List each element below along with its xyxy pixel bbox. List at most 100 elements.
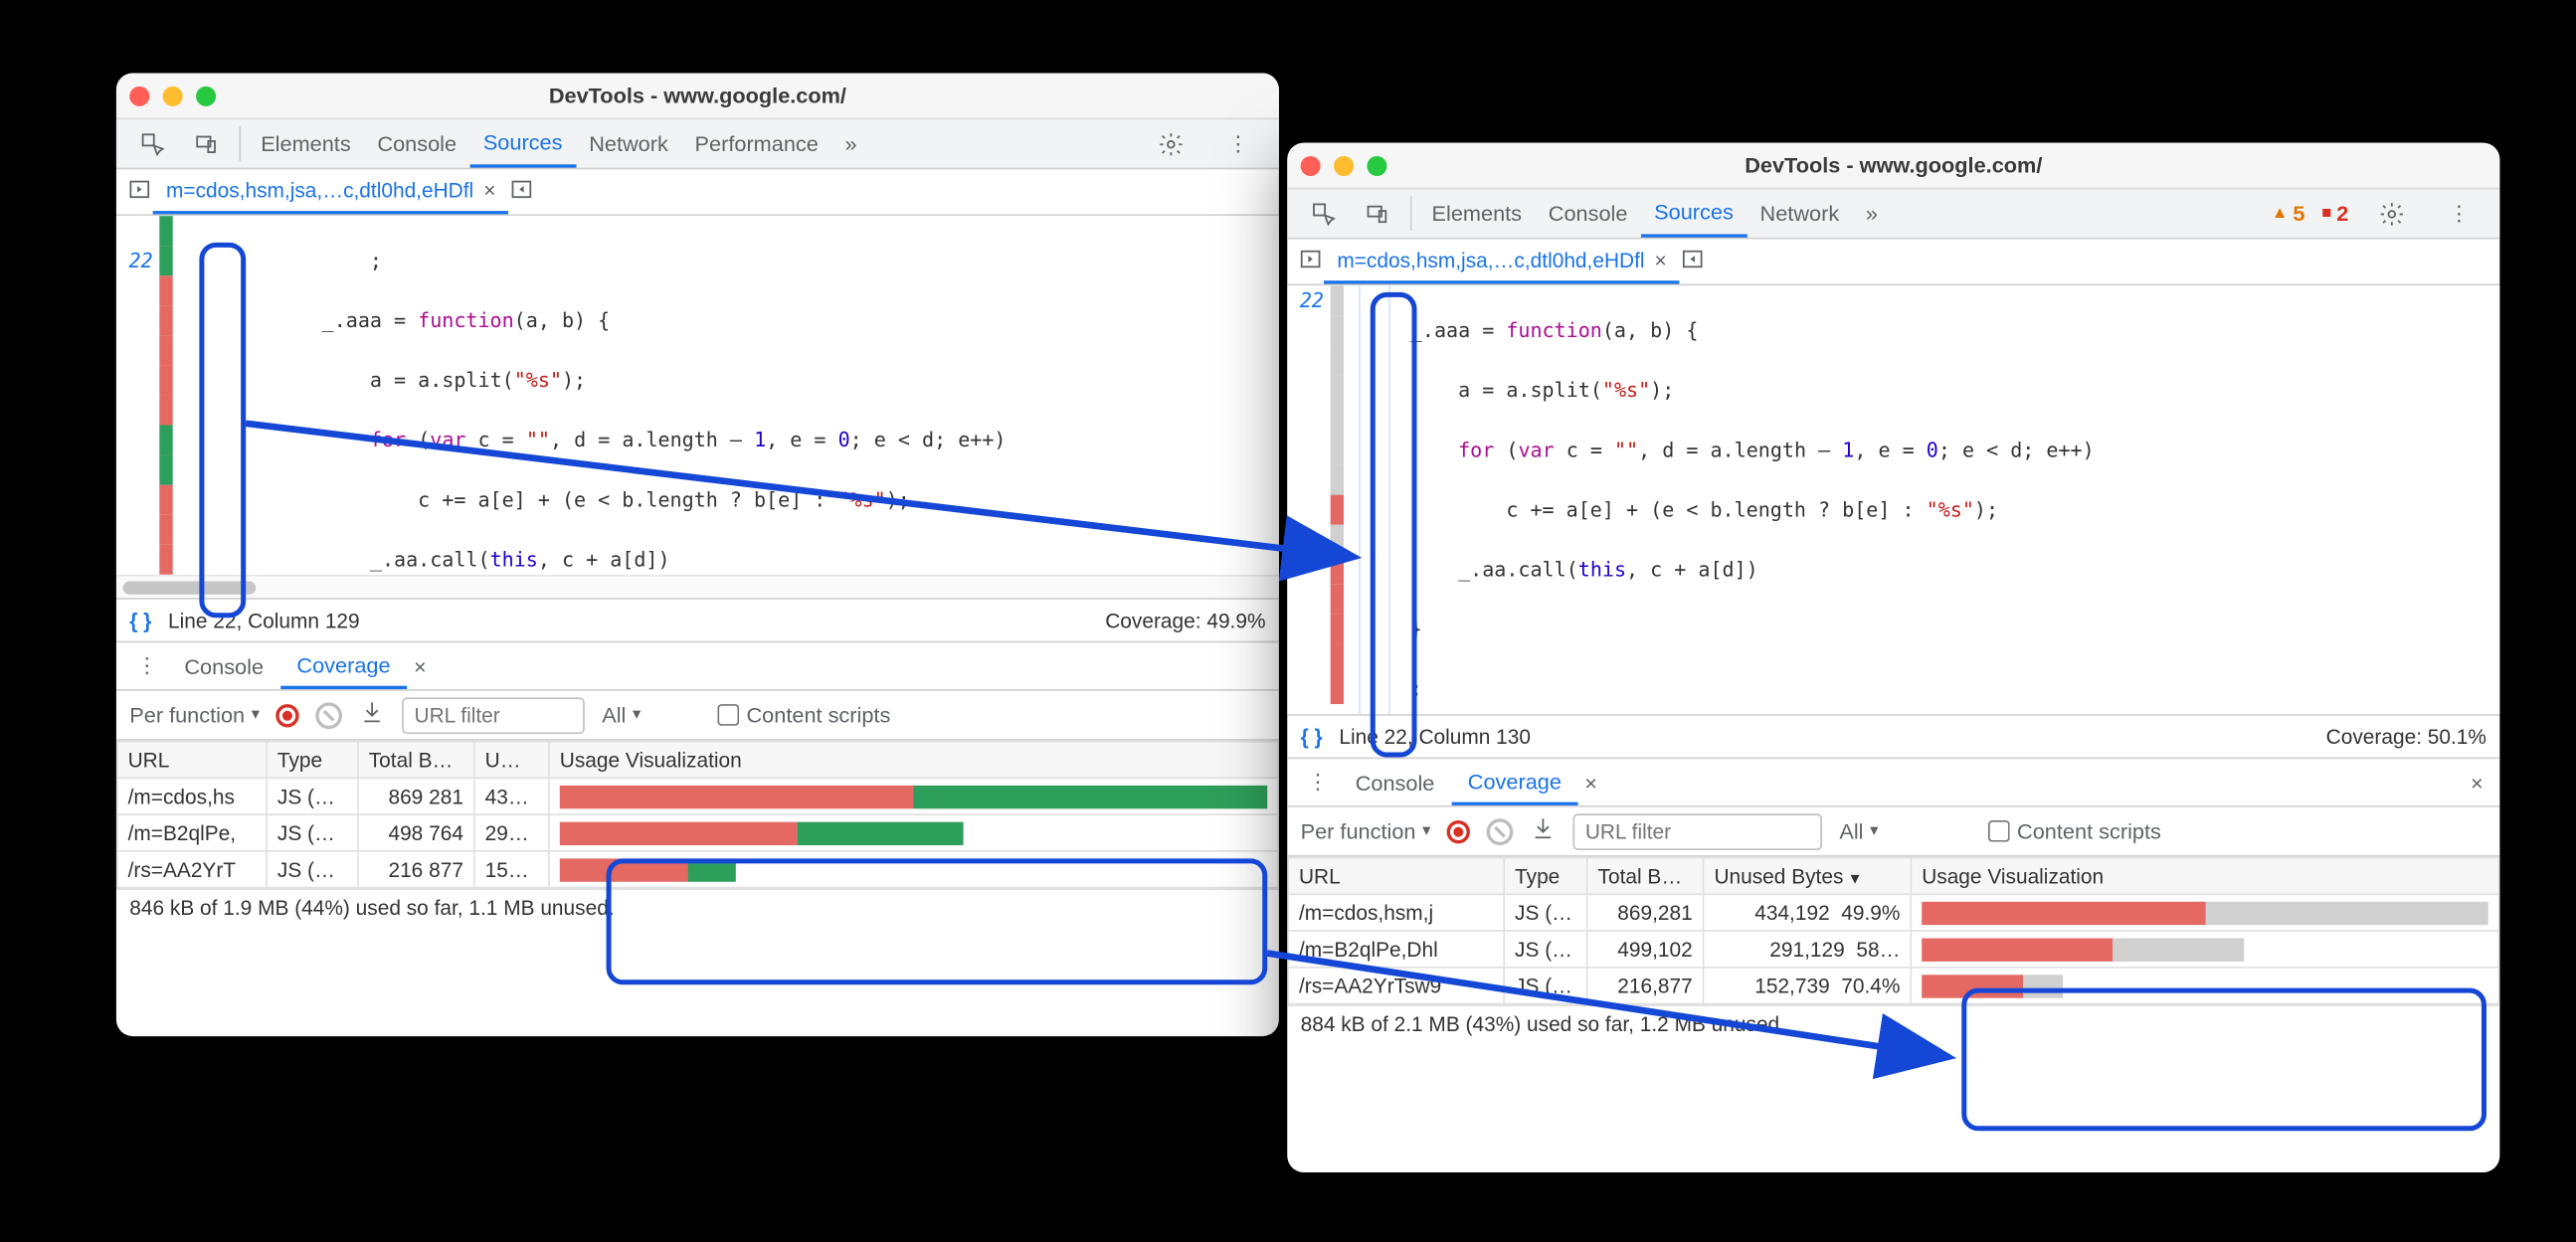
device-icon[interactable] <box>1351 189 1403 237</box>
cursor-position: Line 22, Column 129 <box>168 609 360 631</box>
format-icon[interactable]: { } <box>129 609 151 631</box>
code-editor[interactable]: 22 _.aaa = function(a, b) { a = a.split(… <box>1287 285 2499 714</box>
drawer-tab-coverage[interactable]: Coverage <box>280 642 408 689</box>
close-icon[interactable] <box>1301 155 1321 175</box>
coverage-gutter <box>1331 285 1344 714</box>
window-title: DevTools - www.google.com/ <box>1287 153 2499 178</box>
record-icon[interactable] <box>1447 819 1470 842</box>
errors-badge[interactable]: 2 <box>2321 201 2348 226</box>
tab-sources[interactable]: Sources <box>469 119 575 167</box>
status-bar: { } Line 22, Column 129 Coverage: 49.9% <box>116 598 1279 640</box>
type-select[interactable]: All <box>602 702 701 727</box>
show-navigator-icon[interactable] <box>1297 246 1324 277</box>
col-unused[interactable]: U… <box>474 742 549 779</box>
window-controls[interactable] <box>129 86 216 105</box>
close-icon[interactable]: × <box>483 179 495 202</box>
drawer-tab-console[interactable]: Console <box>1339 759 1451 805</box>
window-title: DevTools - www.google.com/ <box>116 84 1279 108</box>
col-type[interactable]: Type <box>267 742 358 779</box>
coverage-summary: 846 kB of 1.9 MB (44%) used so far, 1.1 … <box>116 888 1279 926</box>
settings-icon[interactable] <box>1145 130 1197 157</box>
tab-sources[interactable]: Sources <box>1641 189 1747 237</box>
export-icon[interactable] <box>359 699 386 731</box>
col-viz[interactable]: Usage Visualization <box>549 742 1278 779</box>
col-unused[interactable]: Unused Bytes <box>1704 858 1912 895</box>
cursor-position: Line 22, Column 130 <box>1339 725 1531 748</box>
maximize-icon[interactable] <box>196 86 216 105</box>
show-debugger-icon[interactable] <box>509 176 536 208</box>
tab-more[interactable]: » <box>831 119 870 167</box>
maximize-icon[interactable] <box>1367 155 1386 175</box>
col-url[interactable]: URL <box>1288 858 1504 895</box>
url-filter-input[interactable] <box>403 697 586 734</box>
format-icon[interactable]: { } <box>1301 725 1323 748</box>
line-number: 22 <box>116 246 159 275</box>
coverage-table[interactable]: URL Type Total B… U… Usage Visualization… <box>116 741 1279 889</box>
kebab-icon[interactable]: ⋮ <box>2435 200 2483 227</box>
drawer-tabs: ⋮ Console Coverage × × <box>1287 758 2499 807</box>
clear-icon[interactable] <box>1487 817 1514 844</box>
content-scripts-label: Content scripts <box>747 702 891 727</box>
tab-console[interactable]: Console <box>1535 189 1640 237</box>
scope-select[interactable]: Per function <box>1301 818 1431 843</box>
table-row[interactable]: /m=B2qlPe,JS (…498 764293 … <box>117 814 1278 851</box>
inspect-icon[interactable] <box>126 119 179 167</box>
table-row[interactable]: /m=cdos,hsJS (…869 281435 … <box>117 778 1278 814</box>
tab-more[interactable]: » <box>1853 189 1892 237</box>
minimize-icon[interactable] <box>1334 155 1354 175</box>
tab-network[interactable]: Network <box>1747 189 1852 237</box>
close-icon[interactable]: × <box>1578 759 1604 805</box>
code-content: _.aaa = function(a, b) { a = a.split("%s… <box>1403 285 2499 714</box>
file-tab[interactable]: m=cdos,hsm,jsa,…c,dtl0hd,eHDfl × <box>153 169 509 214</box>
settings-icon[interactable] <box>2365 200 2418 227</box>
table-row[interactable]: /m=B2qlPe,DhlJS (…499,102291,129 58… <box>1288 931 2498 968</box>
scope-select[interactable]: Per function <box>129 702 260 727</box>
col-viz[interactable]: Usage Visualization <box>1911 858 2498 895</box>
export-icon[interactable] <box>1531 815 1558 847</box>
content-scripts-checkbox[interactable] <box>1989 820 2011 842</box>
close-drawer-icon[interactable]: × <box>2464 759 2489 805</box>
tab-elements[interactable]: Elements <box>1418 189 1535 237</box>
file-tab[interactable]: m=cdos,hsm,jsa,…c,dtl0hd,eHDfl × <box>1324 239 1680 283</box>
col-total[interactable]: Total B… <box>358 742 474 779</box>
show-debugger-icon[interactable] <box>1680 246 1707 277</box>
warnings-badge[interactable]: 5 <box>2272 201 2305 226</box>
tab-console[interactable]: Console <box>364 119 469 167</box>
col-total[interactable]: Total B… <box>1587 858 1704 895</box>
table-row[interactable]: /rs=AA2YrTJS (…216 877155 … <box>117 851 1278 888</box>
record-icon[interactable] <box>276 703 299 726</box>
h-scrollbar[interactable] <box>123 581 257 594</box>
col-url[interactable]: URL <box>117 742 267 779</box>
content-scripts-label: Content scripts <box>2017 818 2161 843</box>
minimize-icon[interactable] <box>163 86 183 105</box>
close-icon[interactable]: × <box>407 642 433 689</box>
inspect-icon[interactable] <box>1297 189 1350 237</box>
drawer-tab-console[interactable]: Console <box>168 642 280 689</box>
table-row[interactable]: /m=cdos,hsm,jJS (…869,281434,192 49.9% <box>1288 894 2498 931</box>
url-filter-input[interactable] <box>1573 812 1822 849</box>
coverage-pct: Coverage: 49.9% <box>1105 609 1265 631</box>
kebab-icon[interactable]: ⋮ <box>1297 759 1339 805</box>
kebab-icon[interactable]: ⋮ <box>1214 130 1262 157</box>
type-select[interactable]: All <box>1839 818 1972 843</box>
window-controls[interactable] <box>1301 155 1387 175</box>
col-type[interactable]: Type <box>1504 858 1587 895</box>
device-icon[interactable] <box>179 119 232 167</box>
close-icon[interactable] <box>129 86 149 105</box>
drawer-tab-coverage[interactable]: Coverage <box>1451 759 1578 805</box>
coverage-toolbar: Per function All Content scripts <box>116 691 1279 741</box>
content-scripts-checkbox[interactable] <box>718 704 740 726</box>
coverage-gutter <box>159 216 172 575</box>
drawer-tabs: ⋮ Console Coverage × <box>116 641 1279 691</box>
clear-icon[interactable] <box>316 702 343 729</box>
show-navigator-icon[interactable] <box>126 176 153 208</box>
table-row[interactable]: /rs=AA2YrTsw9JS (…216,877152,739 70.4% <box>1288 968 2498 1004</box>
coverage-table[interactable]: URL Type Total B… Unused Bytes Usage Vis… <box>1287 857 2499 1005</box>
tab-elements[interactable]: Elements <box>248 119 364 167</box>
tab-performance[interactable]: Performance <box>681 119 831 167</box>
close-icon[interactable]: × <box>1655 249 1667 271</box>
tab-network[interactable]: Network <box>576 119 681 167</box>
file-tab-label: m=cdos,hsm,jsa,…c,dtl0hd,eHDfl <box>166 179 473 202</box>
kebab-icon[interactable]: ⋮ <box>126 642 168 689</box>
code-editor[interactable]: 22 ; _.aaa = function(a, b) { a = a.spli… <box>116 216 1279 575</box>
